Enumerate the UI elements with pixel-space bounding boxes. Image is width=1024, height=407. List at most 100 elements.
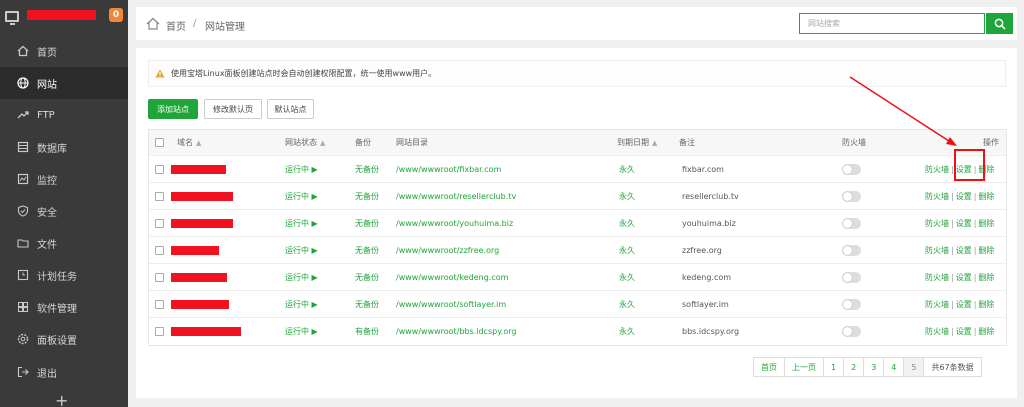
site-note[interactable]: youhuima.biz bbox=[682, 210, 736, 236]
modify-default-page-button[interactable]: 修改默认页 bbox=[204, 99, 262, 119]
site-status[interactable]: 运行中 ▶ bbox=[285, 264, 318, 290]
site-root-link[interactable]: /www/wwwroot/resellerclub.tv bbox=[396, 183, 516, 209]
backup-status[interactable]: 无备份 bbox=[355, 264, 379, 290]
site-status[interactable]: 运行中 ▶ bbox=[285, 237, 318, 263]
redacted-domain[interactable] bbox=[171, 164, 226, 174]
page-3-button[interactable]: 3 bbox=[864, 358, 885, 376]
site-root-link[interactable]: /www/wwwroot/softlayer.im bbox=[396, 291, 506, 317]
backup-status[interactable]: 无备份 bbox=[355, 183, 379, 209]
row-checkbox[interactable] bbox=[155, 327, 164, 336]
site-status[interactable]: 运行中 ▶ bbox=[285, 156, 318, 182]
firewall-link[interactable]: 防火墙 bbox=[925, 218, 949, 229]
delete-link[interactable]: 删除 bbox=[978, 218, 994, 229]
site-status[interactable]: 运行中 ▶ bbox=[285, 318, 318, 345]
expire-date[interactable]: 永久 bbox=[619, 156, 635, 182]
expire-date[interactable]: 永久 bbox=[619, 210, 635, 236]
site-root-link[interactable]: /www/wwwroot/bbs.idcspy.org bbox=[396, 318, 516, 345]
notification-badge[interactable]: 0 bbox=[109, 8, 123, 22]
col-status-header[interactable]: 网站状态 ▲ bbox=[285, 130, 325, 155]
settings-link[interactable]: 设置 bbox=[956, 272, 972, 283]
site-root-link[interactable]: /www/wwwroot/youhuima.biz bbox=[396, 210, 513, 236]
redacted-domain[interactable] bbox=[171, 299, 229, 309]
site-root-link[interactable]: /www/wwwroot/kedeng.com bbox=[396, 264, 508, 290]
settings-link[interactable]: 设置 bbox=[956, 245, 972, 256]
breadcrumb-home-icon[interactable] bbox=[146, 17, 160, 30]
firewall-link[interactable]: 防火墙 bbox=[925, 272, 949, 283]
backup-status[interactable]: 无备份 bbox=[355, 237, 379, 263]
firewall-link[interactable]: 防火墙 bbox=[925, 164, 949, 175]
redacted-domain[interactable] bbox=[171, 272, 227, 282]
expire-date[interactable]: 永久 bbox=[619, 237, 635, 263]
page-1-button[interactable]: 1 bbox=[824, 358, 845, 376]
site-root-link[interactable]: /www/wwwroot/fixbar.com bbox=[396, 156, 501, 182]
settings-link[interactable]: 设置 bbox=[956, 191, 972, 202]
backup-status[interactable]: 有备份 bbox=[355, 318, 379, 345]
page-first-button[interactable]: 首页 bbox=[754, 358, 785, 376]
page-prev-button[interactable]: 上一页 bbox=[785, 358, 824, 376]
col-expire-header[interactable]: 到期日期 ▲ bbox=[617, 130, 657, 155]
delete-link[interactable]: 删除 bbox=[978, 299, 994, 310]
firewall-link[interactable]: 防火墙 bbox=[925, 191, 949, 202]
redacted-domain[interactable] bbox=[171, 191, 233, 201]
page-4-button[interactable]: 4 bbox=[884, 358, 905, 376]
firewall-toggle[interactable] bbox=[842, 163, 861, 175]
sidebar-add-button[interactable]: + bbox=[55, 391, 68, 407]
firewall-link[interactable]: 防火墙 bbox=[925, 326, 949, 337]
page-2-button[interactable]: 2 bbox=[844, 358, 865, 376]
site-note[interactable]: resellerclub.tv bbox=[682, 183, 739, 209]
row-checkbox[interactable] bbox=[155, 272, 164, 282]
site-root-link[interactable]: /www/wwwroot/zzfree.org bbox=[396, 237, 499, 263]
sidebar-item-panel-settings[interactable]: 面板设置 bbox=[0, 323, 128, 355]
sidebar-item-database[interactable]: 数据库 bbox=[0, 131, 128, 163]
expire-date[interactable]: 永久 bbox=[619, 291, 635, 317]
expire-date[interactable]: 永久 bbox=[619, 318, 635, 345]
backup-status[interactable]: 无备份 bbox=[355, 291, 379, 317]
site-note[interactable]: softlayer.im bbox=[682, 291, 729, 317]
firewall-link[interactable]: 防火墙 bbox=[925, 245, 949, 256]
settings-link[interactable]: 设置 bbox=[956, 218, 972, 229]
site-note[interactable]: fixbar.com bbox=[682, 156, 724, 182]
expire-date[interactable]: 永久 bbox=[619, 183, 635, 209]
select-all-checkbox[interactable] bbox=[155, 138, 164, 147]
site-note[interactable]: kedeng.com bbox=[682, 264, 731, 290]
delete-link[interactable]: 删除 bbox=[978, 272, 994, 283]
row-checkbox[interactable] bbox=[155, 191, 164, 201]
redacted-domain[interactable] bbox=[171, 218, 233, 228]
sidebar-item-security[interactable]: 安全 bbox=[0, 195, 128, 227]
add-site-button[interactable]: 添加站点 bbox=[148, 99, 198, 119]
sidebar-item-cron[interactable]: 计划任务 bbox=[0, 259, 128, 291]
sidebar-item-ftp[interactable]: FTP bbox=[0, 99, 128, 131]
row-checkbox[interactable] bbox=[155, 164, 164, 174]
site-note[interactable]: bbs.idcspy.org bbox=[682, 318, 739, 345]
settings-link[interactable]: 设置 bbox=[956, 299, 972, 310]
row-checkbox[interactable] bbox=[155, 245, 164, 255]
delete-link[interactable]: 删除 bbox=[978, 245, 994, 256]
site-status[interactable]: 运行中 ▶ bbox=[285, 210, 318, 236]
expire-date[interactable]: 永久 bbox=[619, 264, 635, 290]
search-button[interactable] bbox=[986, 13, 1013, 34]
redacted-domain[interactable] bbox=[171, 245, 219, 255]
firewall-toggle[interactable] bbox=[842, 244, 861, 256]
sidebar-item-files[interactable]: 文件 bbox=[0, 227, 128, 259]
site-status[interactable]: 运行中 ▶ bbox=[285, 183, 318, 209]
sidebar-item-logout[interactable]: 退出 bbox=[0, 356, 128, 388]
delete-link[interactable]: 删除 bbox=[978, 191, 994, 202]
firewall-toggle[interactable] bbox=[842, 271, 861, 283]
breadcrumb-home[interactable]: 首页 bbox=[166, 18, 186, 33]
site-note[interactable]: zzfree.org bbox=[682, 237, 722, 263]
sidebar-item-software[interactable]: 软件管理 bbox=[0, 291, 128, 323]
delete-link[interactable]: 删除 bbox=[978, 326, 994, 337]
backup-status[interactable]: 无备份 bbox=[355, 156, 379, 182]
settings-link[interactable]: 设置 bbox=[956, 326, 972, 337]
sidebar-item-website[interactable]: 网站 bbox=[0, 67, 128, 99]
sidebar-item-monitor[interactable]: 监控 bbox=[0, 163, 128, 195]
sidebar-item-home[interactable]: 首页 bbox=[0, 35, 128, 67]
row-checkbox[interactable] bbox=[155, 299, 164, 309]
redacted-domain[interactable] bbox=[171, 327, 241, 336]
site-search-input[interactable]: 网站搜索 bbox=[799, 13, 985, 34]
default-site-button[interactable]: 默认站点 bbox=[267, 99, 314, 119]
backup-status[interactable]: 无备份 bbox=[355, 210, 379, 236]
firewall-link[interactable]: 防火墙 bbox=[925, 299, 949, 310]
col-name-header[interactable]: 域名 ▲ bbox=[177, 130, 201, 155]
row-checkbox[interactable] bbox=[155, 218, 164, 228]
